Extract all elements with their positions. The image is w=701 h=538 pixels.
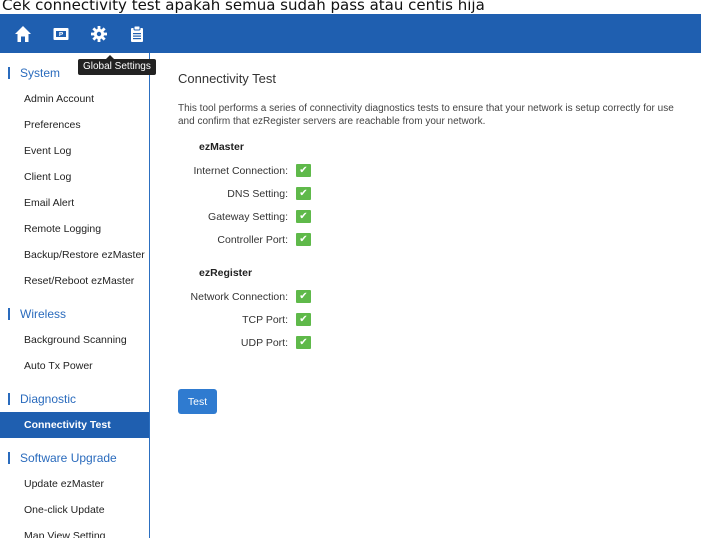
section-marker (8, 67, 10, 79)
caption-text: Cek connectivity test apakah semua sudah… (2, 0, 485, 14)
sidebar-item-auto-tx-power[interactable]: Auto Tx Power (0, 353, 149, 379)
sidebar-item-backup-restore[interactable]: Backup/Restore ezMaster (0, 242, 149, 268)
clipboard-icon[interactable] (120, 14, 154, 53)
sidebar-item-client-log[interactable]: Client Log (0, 164, 149, 190)
section-marker (8, 393, 10, 405)
description-line-1: This tool performs a series of connectiv… (178, 103, 674, 114)
result-row: TCP Port: ✔ (178, 308, 701, 331)
result-label: TCP Port: (242, 313, 288, 326)
result-row: Controller Port: ✔ (178, 228, 701, 251)
home-icon[interactable] (6, 14, 40, 53)
result-label: DNS Setting: (227, 187, 288, 200)
result-row: DNS Setting: ✔ (178, 182, 701, 205)
result-row: Gateway Setting: ✔ (178, 205, 701, 228)
result-label: UDP Port: (240, 336, 288, 349)
result-row: UDP Port: ✔ (178, 331, 701, 354)
sidebar-item-reset-reboot[interactable]: Reset/Reboot ezMaster (0, 268, 149, 294)
check-icon: ✔ (296, 210, 311, 223)
sidebar-section-wireless[interactable]: Wireless (0, 301, 149, 327)
sidebar-item-preferences[interactable]: Preferences (0, 112, 149, 138)
check-icon: ✔ (296, 290, 311, 303)
sidebar-item-event-log[interactable]: Event Log (0, 138, 149, 164)
check-icon: ✔ (296, 164, 311, 177)
sidebar-item-map-view-setting[interactable]: Map View Setting (0, 523, 149, 538)
sidebar-item-update-ezmaster[interactable]: Update ezMaster (0, 471, 149, 497)
sidebar-section-software-upgrade[interactable]: Software Upgrade (0, 445, 149, 471)
section-marker (8, 308, 10, 320)
gear-icon[interactable] (82, 14, 116, 53)
result-label: Controller Port: (217, 233, 288, 246)
ezregister-heading: ezRegister (199, 267, 253, 279)
result-row: Network Connection: ✔ (178, 285, 701, 308)
global-settings-tooltip: Global Settings (78, 55, 156, 75)
result-row: Internet Connection: ✔ (178, 159, 701, 182)
top-navbar (0, 14, 701, 53)
check-icon: ✔ (296, 233, 311, 246)
section-marker (8, 452, 10, 464)
description-line-2: and confirm that ezRegister servers are … (178, 116, 486, 127)
sidebar-item-admin-account[interactable]: Admin Account (0, 86, 149, 112)
check-icon: ✔ (296, 187, 311, 200)
result-label: Gateway Setting: (208, 210, 288, 223)
dashboard-icon[interactable] (44, 14, 78, 53)
sidebar-item-email-alert[interactable]: Email Alert (0, 190, 149, 216)
main-content: Connectivity Test This tool performs a s… (178, 68, 701, 414)
sidebar-item-background-scanning[interactable]: Background Scanning (0, 327, 149, 353)
sidebar: System Admin Account Preferences Event L… (0, 53, 150, 538)
test-button[interactable]: Test (178, 389, 217, 414)
sidebar-section-diagnostic[interactable]: Diagnostic (0, 386, 149, 412)
page-title: Connectivity Test (178, 71, 277, 86)
sidebar-item-connectivity-test[interactable]: Connectivity Test (0, 412, 149, 438)
check-icon: ✔ (296, 313, 311, 326)
result-label: Internet Connection: (193, 164, 288, 177)
sidebar-item-remote-logging[interactable]: Remote Logging (0, 216, 149, 242)
result-label: Network Connection: (190, 290, 288, 303)
sidebar-item-one-click-update[interactable]: One-click Update (0, 497, 149, 523)
ezmaster-heading: ezMaster (199, 141, 244, 153)
check-icon: ✔ (296, 336, 311, 349)
